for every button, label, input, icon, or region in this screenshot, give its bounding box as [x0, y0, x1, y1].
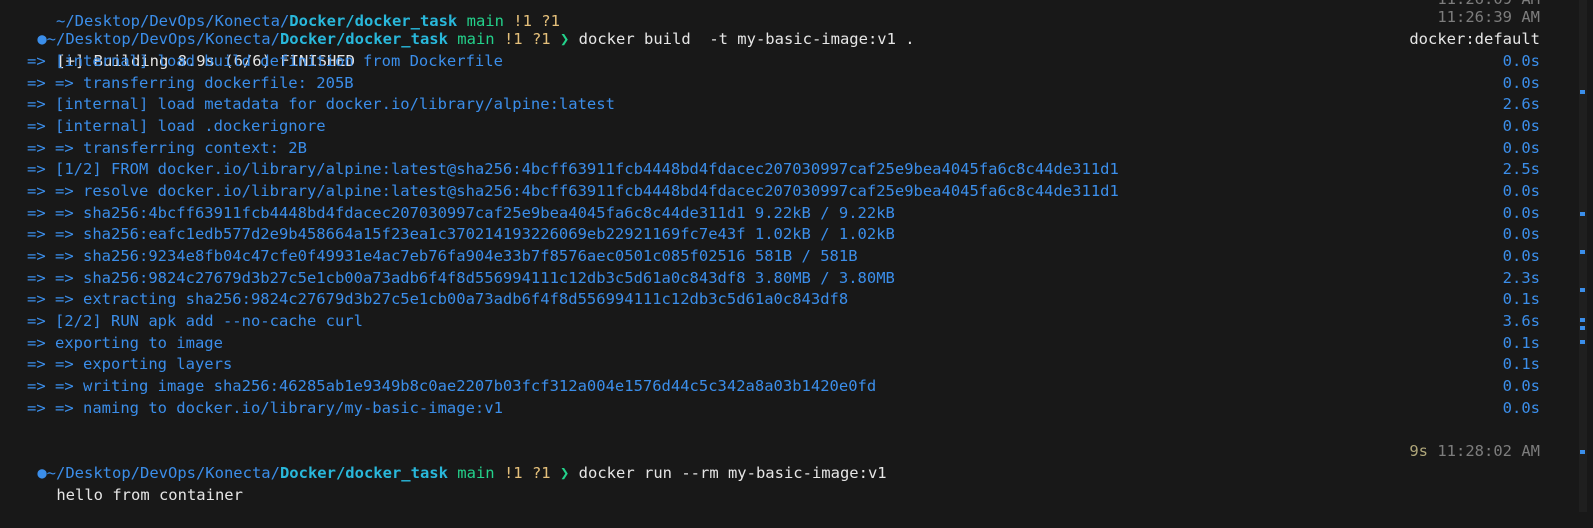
build-header: [+] Building 8.9s (6/6) FINISHED docker:… [0, 28, 1540, 70]
build-step: => => writing image sha256:46285ab1e9349… [27, 377, 1540, 395]
build-step: => => sha256:4bcff63911fcb4448bd4fdacec2… [27, 204, 1540, 222]
prompt-time: 11:26:39 AM [1437, 8, 1540, 26]
build-step: => => sha256:9234e8fb04c47cfe0f49931e4ac… [27, 247, 1540, 265]
build-step: => => transferring context: 2B 0.0s [27, 139, 1540, 157]
build-step: => => sha256:eafc1edb577d2e9b458664a15f2… [27, 225, 1540, 243]
build-step: => exporting to image 0.1s [27, 334, 1540, 352]
build-step: => => transferring dockerfile: 205B 0.0s [27, 74, 1540, 92]
terminal-scrollbar[interactable] [1579, 0, 1587, 512]
build-step: => => naming to docker.io/library/my-bas… [27, 399, 1540, 417]
build-step: => [internal] load metadata for docker.i… [27, 95, 1540, 113]
command-output: hello from container [56, 486, 243, 504]
scrollbar-mark [1580, 318, 1585, 322]
build-step: => => exporting layers 0.1s [27, 355, 1540, 373]
build-step: => => extracting sha256:9824c27679d3b27c… [27, 290, 1540, 308]
scrollbar-mark [1580, 90, 1585, 94]
build-step: => [1/2] FROM docker.io/library/alpine:l… [27, 160, 1540, 178]
build-step: => => resolve docker.io/library/alpine:l… [27, 182, 1540, 200]
build-step: => [internal] load build definition from… [27, 52, 1540, 70]
build-context: docker:default [1409, 30, 1540, 48]
prompt-time: 11:28:02 AM [1437, 442, 1540, 460]
scrollbar-mark [1580, 340, 1585, 344]
prompt-right-info: 9s 11:28:02 AM [1409, 440, 1540, 462]
command-duration: 9s [1409, 442, 1428, 460]
scrollbar-mark [1580, 450, 1585, 454]
prompt-line-run: ●~/Desktop/DevOps/Konecta/Docker/docker_… [0, 440, 1540, 482]
build-step: => => sha256:9824c27679d3b27c5e1cb00a73a… [27, 269, 1540, 287]
scrollbar-mark [1580, 288, 1585, 292]
scrollbar-mark [1580, 250, 1585, 254]
prompt-line-build: ●~/Desktop/DevOps/Konecta/Docker/docker_… [0, 6, 1540, 48]
build-step: => [2/2] RUN apk add --no-cache curl 3.6s [27, 312, 1540, 330]
terminal-panel[interactable]: ~/Desktop/DevOps/Konecta/Docker/docker_t… [0, 0, 1574, 512]
build-step: => [internal] load .dockerignore 0.0s [27, 117, 1540, 135]
scrollbar-mark [1580, 326, 1585, 330]
scrollbar-mark [1580, 212, 1585, 216]
